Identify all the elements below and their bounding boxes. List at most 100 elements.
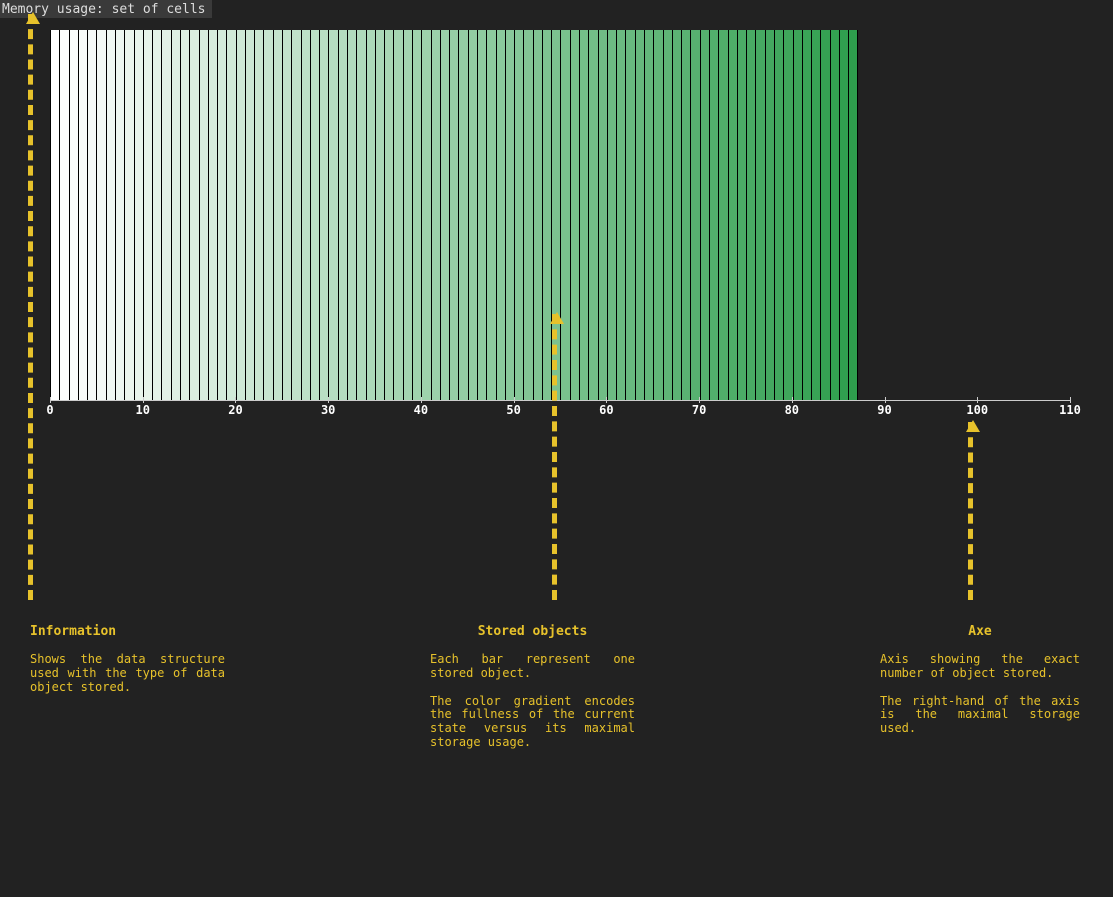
stored-object-bar bbox=[79, 30, 88, 400]
stored-object-bar bbox=[691, 30, 700, 400]
stored-object-bar bbox=[97, 30, 106, 400]
stored-object-bar bbox=[60, 30, 69, 400]
stored-object-bar bbox=[645, 30, 654, 400]
stored-object-bar bbox=[311, 30, 320, 400]
stored-object-bar bbox=[432, 30, 441, 400]
stored-object-bar bbox=[264, 30, 273, 400]
annotation-heading: Stored objects bbox=[430, 624, 635, 639]
stored-object-bar bbox=[756, 30, 765, 400]
stored-object-bar bbox=[404, 30, 413, 400]
stored-object-bar bbox=[599, 30, 608, 400]
stored-object-bar bbox=[719, 30, 728, 400]
annotation-body: Shows the data structure used with the t… bbox=[30, 653, 225, 694]
stored-object-bar bbox=[654, 30, 663, 400]
arrow-head-icon bbox=[26, 12, 40, 24]
arrow-to-bars bbox=[552, 314, 557, 600]
stored-object-bar bbox=[747, 30, 756, 400]
stored-object-bar bbox=[190, 30, 199, 400]
stored-object-bar bbox=[376, 30, 385, 400]
stored-object-bar bbox=[812, 30, 821, 400]
annotation-stored-objects: Stored objects Each bar represent one st… bbox=[430, 624, 635, 764]
annotation-heading: Information bbox=[30, 624, 225, 639]
stored-object-bar bbox=[292, 30, 301, 400]
stored-object-bar bbox=[701, 30, 710, 400]
stored-object-bar bbox=[784, 30, 793, 400]
stored-object-bar bbox=[357, 30, 366, 400]
stored-object-bar bbox=[218, 30, 227, 400]
stored-object-bar bbox=[664, 30, 673, 400]
stored-object-bar bbox=[710, 30, 719, 400]
stored-object-bar bbox=[515, 30, 524, 400]
stored-object-bar bbox=[441, 30, 450, 400]
stored-object-bar bbox=[636, 30, 645, 400]
stored-object-bar bbox=[506, 30, 515, 400]
stored-object-bar bbox=[255, 30, 264, 400]
stored-object-bar bbox=[673, 30, 682, 400]
stored-object-bar bbox=[209, 30, 218, 400]
stored-object-bar bbox=[450, 30, 459, 400]
stored-object-bar bbox=[831, 30, 840, 400]
stored-object-bar bbox=[849, 30, 858, 400]
stored-object-bar bbox=[339, 30, 348, 400]
stored-object-bar bbox=[469, 30, 478, 400]
stored-object-bar bbox=[487, 30, 496, 400]
stored-object-bar bbox=[413, 30, 422, 400]
stored-object-bar bbox=[794, 30, 803, 400]
stored-object-bar bbox=[478, 30, 487, 400]
stored-object-bar bbox=[348, 30, 357, 400]
memory-plot bbox=[50, 30, 1070, 400]
stored-object-bar bbox=[571, 30, 580, 400]
stored-object-bar bbox=[524, 30, 533, 400]
stored-object-bar bbox=[50, 30, 60, 400]
stored-object-bar bbox=[394, 30, 403, 400]
annotation-axe: Axe Axis showing the exact number of obj… bbox=[880, 624, 1080, 750]
stored-object-bar bbox=[116, 30, 125, 400]
stored-object-bar bbox=[246, 30, 255, 400]
stored-object-bar bbox=[162, 30, 171, 400]
arrow-to-title bbox=[28, 14, 33, 600]
stored-object-bar bbox=[172, 30, 181, 400]
stored-object-bar bbox=[135, 30, 144, 400]
stored-object-bar bbox=[775, 30, 784, 400]
x-axis: 0102030405060708090100110 bbox=[50, 400, 1070, 419]
arrow-to-axis bbox=[968, 422, 973, 600]
stored-object-bar bbox=[367, 30, 376, 400]
stored-object-bar bbox=[107, 30, 116, 400]
stored-objects-bars bbox=[50, 30, 858, 400]
arrow-head-icon bbox=[550, 312, 564, 324]
stored-object-bar bbox=[589, 30, 598, 400]
stored-object-bar bbox=[617, 30, 626, 400]
stored-object-bar bbox=[840, 30, 849, 400]
stored-object-bar bbox=[580, 30, 589, 400]
stored-object-bar bbox=[237, 30, 246, 400]
stored-object-bar bbox=[227, 30, 236, 400]
stored-object-bar bbox=[682, 30, 691, 400]
stored-object-bar bbox=[302, 30, 311, 400]
stored-object-bar bbox=[385, 30, 394, 400]
annotation-body: The right-hand of the axis is the maxima… bbox=[880, 695, 1080, 736]
stored-object-bar bbox=[125, 30, 134, 400]
stored-object-bar bbox=[543, 30, 552, 400]
stored-object-bar bbox=[320, 30, 329, 400]
stored-object-bar bbox=[459, 30, 468, 400]
stored-object-bar bbox=[153, 30, 162, 400]
stored-object-bar bbox=[181, 30, 190, 400]
annotation-body: The color gradient encodes the fullness … bbox=[430, 695, 635, 750]
stored-object-bar bbox=[283, 30, 292, 400]
stored-object-bar bbox=[561, 30, 570, 400]
stored-object-bar bbox=[738, 30, 747, 400]
stored-object-bar bbox=[803, 30, 812, 400]
annotation-heading: Axe bbox=[880, 624, 1080, 639]
stored-object-bar bbox=[70, 30, 79, 400]
stored-object-bar bbox=[821, 30, 830, 400]
stored-object-bar bbox=[497, 30, 506, 400]
arrow-head-icon bbox=[966, 420, 980, 432]
stored-object-bar bbox=[626, 30, 635, 400]
stored-object-bar bbox=[144, 30, 153, 400]
annotation-information: Information Shows the data structure use… bbox=[30, 624, 225, 708]
stored-object-bar bbox=[200, 30, 209, 400]
annotation-body: Axis showing the exact number of object … bbox=[880, 653, 1080, 681]
stored-object-bar bbox=[534, 30, 543, 400]
stored-object-bar bbox=[422, 30, 431, 400]
stored-object-bar bbox=[729, 30, 738, 400]
